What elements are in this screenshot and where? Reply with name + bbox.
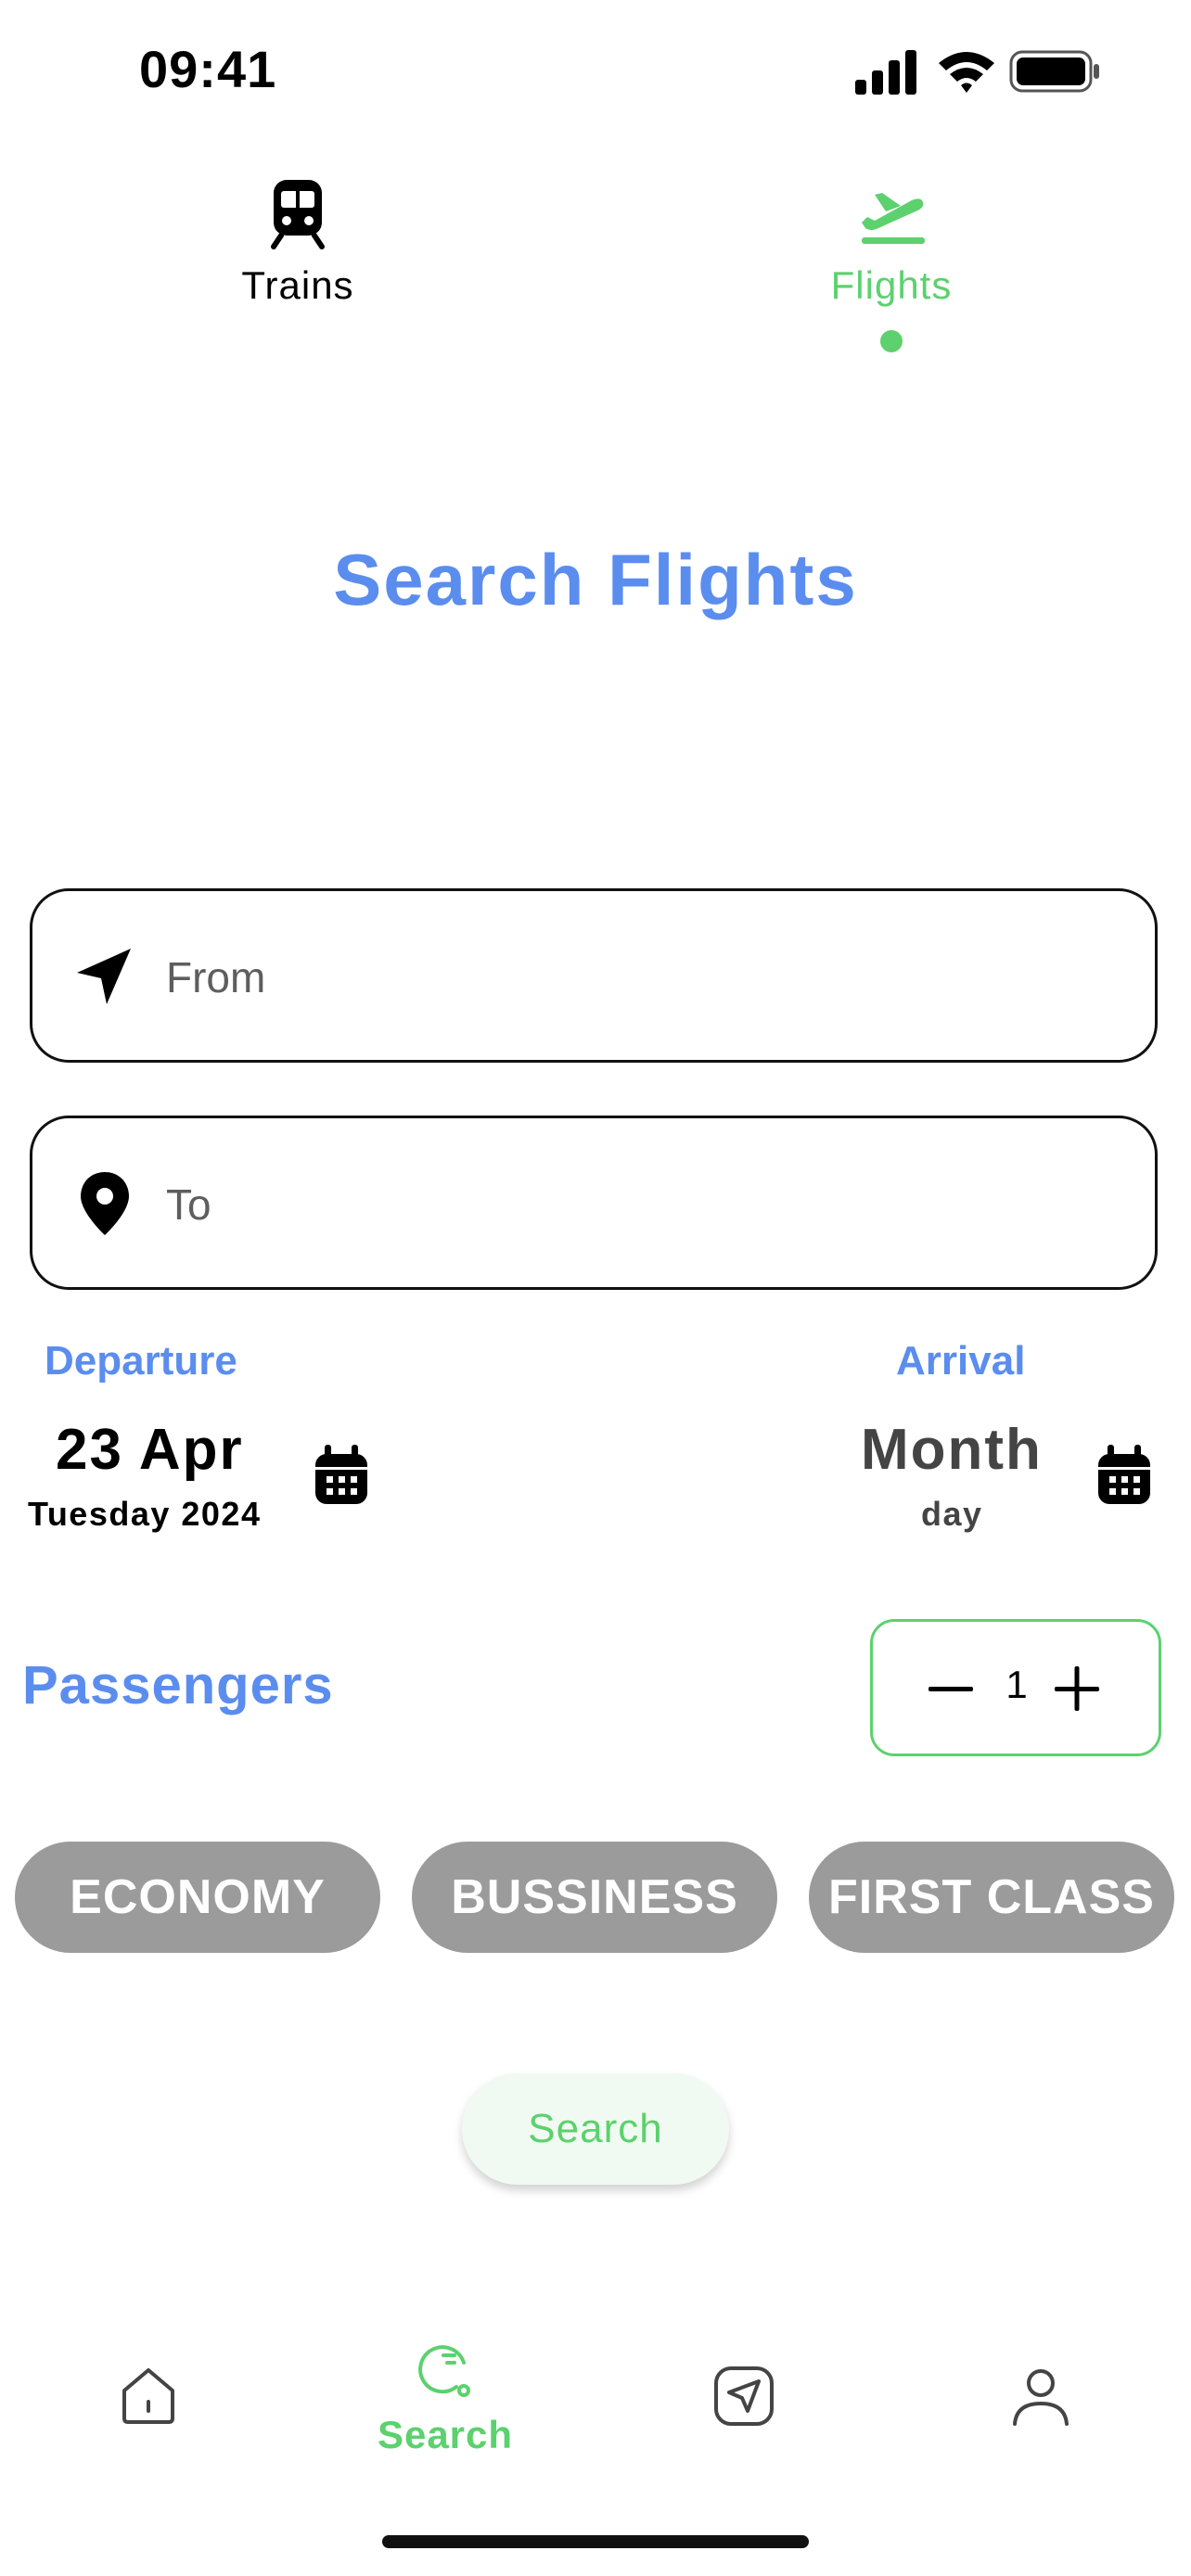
calendar-icon[interactable]	[312, 1443, 371, 1508]
arrival-month: Month	[861, 1418, 1043, 1482]
tab-trains[interactable]: Trains	[149, 167, 446, 371]
nav-profile[interactable]	[948, 2309, 1133, 2485]
wifi-icon	[939, 52, 994, 93]
profile-icon	[1013, 2369, 1069, 2426]
to-input[interactable]	[164, 1165, 1095, 1244]
navigation-icon	[714, 2366, 774, 2426]
plane-takeoff-icon	[862, 193, 925, 244]
departure-label: Departure	[45, 1338, 237, 1384]
departure-weekday-year: Tuesday 2024	[28, 1495, 262, 1533]
plus-icon[interactable]	[1038, 1650, 1116, 1728]
to-field[interactable]	[30, 1116, 1158, 1290]
nav-search-label: Search	[377, 2413, 514, 2456]
home-indicator	[382, 2535, 809, 2548]
page-title: Search Flights	[333, 539, 858, 620]
from-input[interactable]	[164, 937, 1095, 1017]
nav-navigation[interactable]	[651, 2309, 837, 2485]
class-chip-first-class[interactable]: FIRST CLASS	[809, 1842, 1174, 1953]
navigation-arrow-icon	[77, 949, 131, 1004]
active-tab-indicator	[880, 330, 903, 352]
arrival-day: day	[921, 1495, 983, 1533]
cellular-signal-icon	[855, 50, 916, 95]
location-pin-icon	[81, 1172, 129, 1235]
arrival-label: Arrival	[896, 1338, 1026, 1384]
class-chip-economy[interactable]: ECONOMY	[15, 1842, 380, 1953]
tab-flights-label: Flights	[830, 263, 953, 307]
tab-trains-label: Trains	[241, 263, 354, 307]
calendar-icon[interactable]	[1095, 1443, 1154, 1508]
from-field[interactable]	[30, 888, 1158, 1063]
status-icons	[853, 46, 1104, 96]
departure-date: 23 Apr	[56, 1418, 244, 1482]
minus-icon[interactable]	[912, 1650, 990, 1728]
passengers-label: Passengers	[22, 1655, 334, 1715]
nav-home[interactable]	[56, 2309, 241, 2485]
search-button[interactable]: Search	[462, 2073, 729, 2185]
train-icon	[271, 180, 325, 249]
nav-search[interactable]: Search	[352, 2309, 538, 2485]
passenger-stepper: 1	[870, 1619, 1161, 1756]
class-chip-business[interactable]: BUSSINESS	[412, 1842, 777, 1953]
home-icon	[122, 2368, 174, 2424]
battery-icon	[1009, 50, 1099, 93]
status-time: 09:41	[139, 40, 277, 98]
search-icon	[418, 2345, 470, 2397]
